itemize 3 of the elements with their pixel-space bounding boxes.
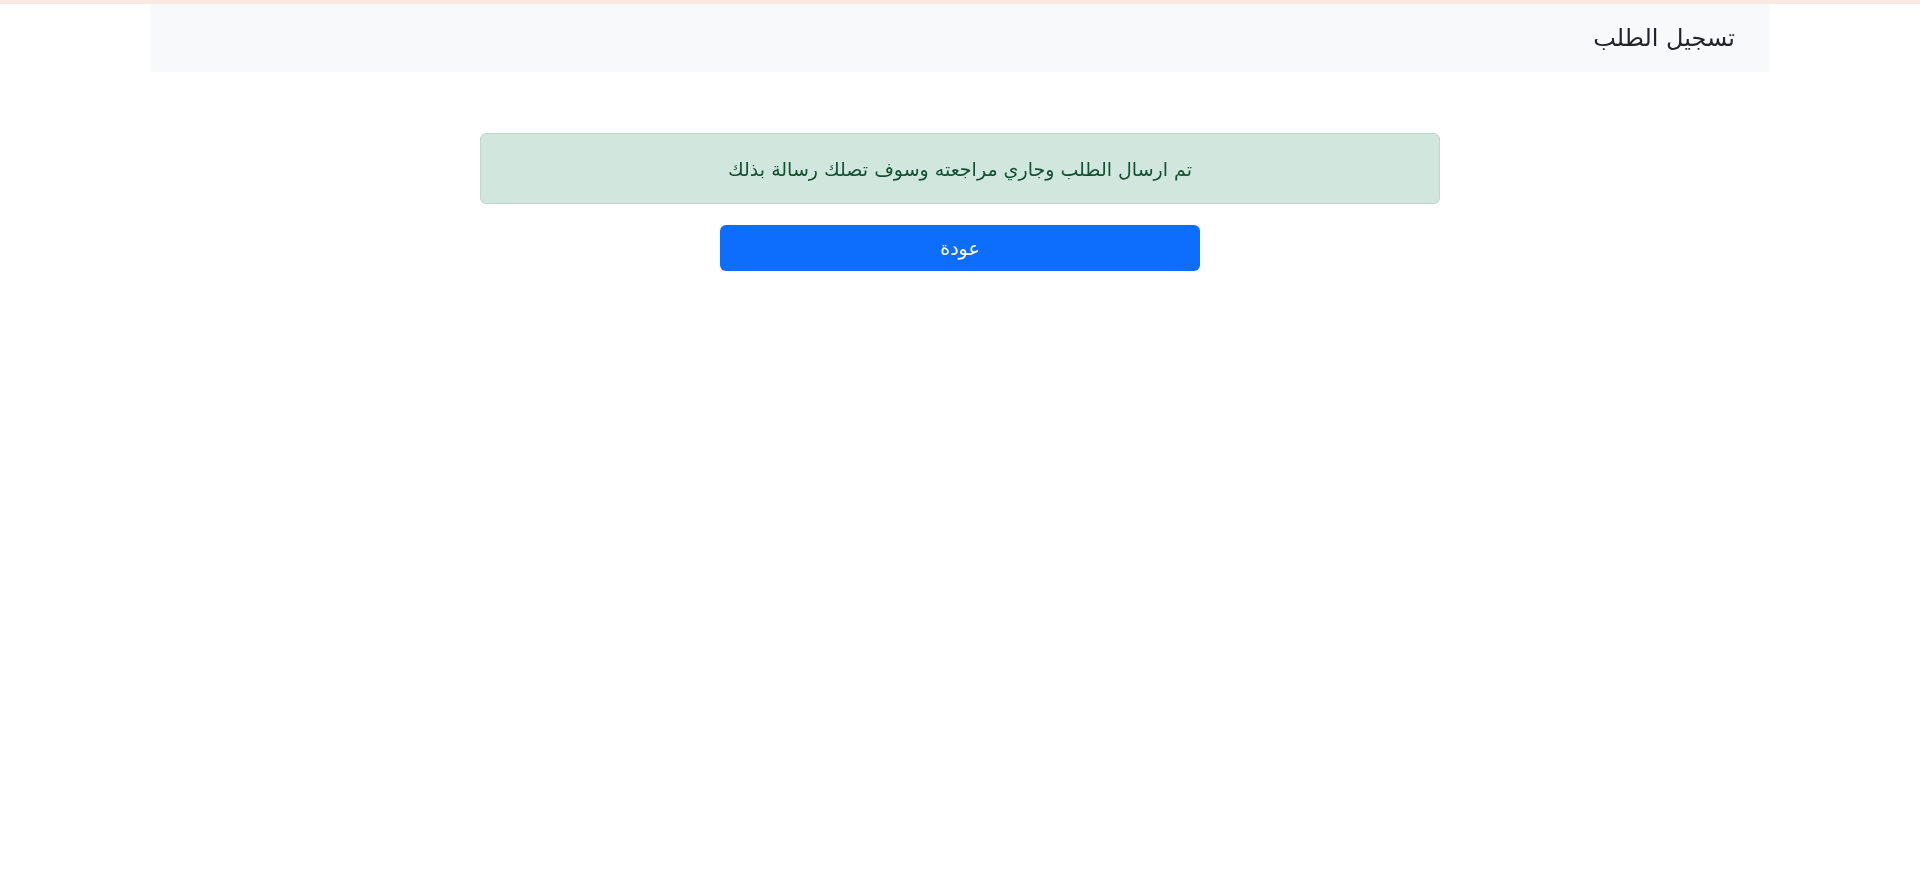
success-alert: تم ارسال الطلب وجاري مراجعته وسوف تصلك رسالة بذلك bbox=[480, 133, 1440, 204]
back-button[interactable]: عودة bbox=[720, 225, 1200, 271]
page-title: تسجيل الطلب bbox=[1593, 24, 1735, 52]
